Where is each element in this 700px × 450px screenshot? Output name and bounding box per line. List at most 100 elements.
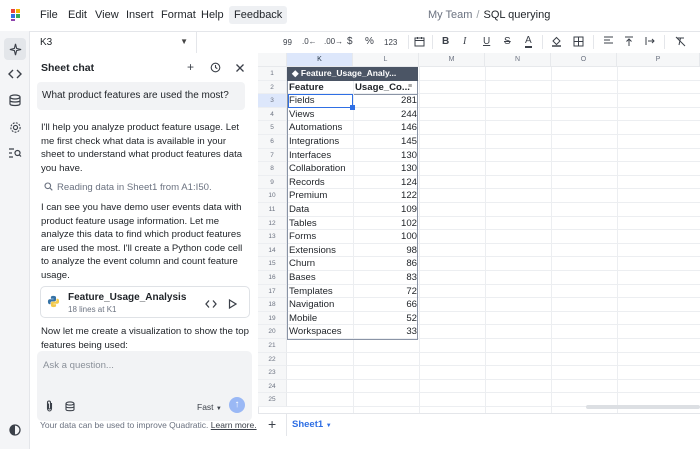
menu-file[interactable]: File xyxy=(40,9,58,21)
grid-line xyxy=(617,67,618,413)
tab-sheet1[interactable]: Sheet1 ▼ xyxy=(292,419,332,430)
column-header-k[interactable]: K xyxy=(287,53,353,67)
decrease-decimals-button[interactable]: .0← xyxy=(302,37,317,46)
row-header[interactable]: 19 xyxy=(258,311,287,326)
history-icon[interactable] xyxy=(210,62,221,76)
learn-more-link[interactable]: Learn more. xyxy=(211,420,257,430)
grid-line xyxy=(287,365,700,367)
row-header[interactable]: 8 xyxy=(258,162,287,176)
calendar-icon[interactable] xyxy=(414,36,425,50)
row-header[interactable]: 16 xyxy=(258,271,287,285)
quadratic-logo[interactable] xyxy=(11,9,21,21)
row-header[interactable]: 23 xyxy=(258,366,287,380)
table-name-text: Feature_Usage_Analy... xyxy=(300,68,397,78)
menu-insert[interactable]: Insert xyxy=(126,9,154,21)
horizontal-scrollbar[interactable] xyxy=(586,405,700,409)
selected-cell-cursor xyxy=(288,94,353,108)
ai-sparkle-icon[interactable] xyxy=(4,38,26,60)
row-header[interactable]: 9 xyxy=(258,175,287,190)
close-icon[interactable] xyxy=(235,62,245,76)
run-play-icon[interactable] xyxy=(228,296,238,314)
chat-input-box[interactable]: Ask a question... Fast ▼ ↑ xyxy=(37,351,252,421)
currency-format-button[interactable]: $ xyxy=(347,36,353,47)
row-header[interactable]: 15 xyxy=(258,257,287,271)
model-select[interactable]: Fast ▼ xyxy=(197,402,222,412)
clear-formatting-icon[interactable] xyxy=(675,36,686,50)
row-header[interactable]: 22 xyxy=(258,352,287,367)
bold-icon[interactable]: B xyxy=(442,36,449,47)
underline-icon[interactable]: U xyxy=(483,36,490,47)
send-arrow-icon[interactable]: ↑ xyxy=(229,397,245,413)
view-code-icon[interactable] xyxy=(205,296,217,314)
column-header-n[interactable]: N xyxy=(485,53,551,67)
cell-name-box[interactable]: K3 ▼ xyxy=(30,31,197,54)
column-header-l[interactable]: L xyxy=(353,53,419,67)
chevron-down-icon: ▼ xyxy=(180,37,188,46)
grid-corner[interactable] xyxy=(258,53,287,67)
theme-toggle-icon[interactable] xyxy=(7,422,23,438)
tab-sheet1-label: Sheet1 xyxy=(292,419,324,430)
row-header[interactable]: 21 xyxy=(258,339,287,353)
spreadsheet-grid[interactable]: K L M N O P Feature Usage_Co... ≡ 123456… xyxy=(258,53,700,413)
menu-help[interactable]: Help xyxy=(201,9,224,21)
breadcrumb-file-name[interactable]: SQL querying xyxy=(483,9,550,21)
chevron-down-icon: ▼ xyxy=(215,406,222,412)
number-format-button[interactable]: 123 xyxy=(384,38,397,47)
row-header[interactable]: 6 xyxy=(258,135,287,149)
row-header[interactable]: 3 xyxy=(258,94,287,108)
row-header[interactable]: 17 xyxy=(258,284,287,299)
code-cell-subtitle: 18 lines at K1 xyxy=(68,305,117,314)
row-header[interactable]: 25 xyxy=(258,393,287,407)
code-icon[interactable] xyxy=(7,66,23,82)
percent-format-button[interactable]: % xyxy=(365,36,374,47)
menu-format[interactable]: Format xyxy=(161,9,196,21)
italic-icon[interactable]: I xyxy=(463,36,466,47)
text-wrap-icon[interactable] xyxy=(645,36,656,49)
message-line: sheet to understand what product feature… xyxy=(41,149,243,161)
row-header[interactable]: 2 xyxy=(258,80,287,95)
menu-feedback[interactable]: Feedback xyxy=(229,6,288,24)
quote-format-button[interactable]: 99 xyxy=(283,38,292,47)
borders-icon[interactable] xyxy=(573,36,584,50)
menu-edit[interactable]: Edit xyxy=(68,9,87,21)
text-color-icon[interactable]: A xyxy=(525,36,532,48)
row-header[interactable]: 7 xyxy=(258,148,287,163)
settings-gear-icon[interactable] xyxy=(7,119,23,135)
row-header[interactable]: 5 xyxy=(258,121,287,135)
column-header-m[interactable]: M xyxy=(419,53,485,67)
code-cell-title: Feature_Usage_Analysis xyxy=(68,292,187,303)
align-left-icon[interactable] xyxy=(603,36,614,49)
database-icon[interactable] xyxy=(7,92,23,108)
assistant-message-3: Now let me create a visualization to sho… xyxy=(41,325,249,352)
row-header[interactable]: 18 xyxy=(258,298,287,312)
row-header[interactable]: 13 xyxy=(258,230,287,244)
column-header-o[interactable]: O xyxy=(551,53,617,67)
fill-handle[interactable] xyxy=(350,105,355,110)
row-header[interactable]: 1 xyxy=(258,67,287,81)
row-header[interactable]: 14 xyxy=(258,243,287,258)
row-header[interactable]: 10 xyxy=(258,189,287,203)
row-header[interactable]: 4 xyxy=(258,107,287,122)
row-header[interactable]: 20 xyxy=(258,325,287,339)
row-header[interactable]: 11 xyxy=(258,203,287,217)
chat-input-placeholder[interactable]: Ask a question... xyxy=(43,360,114,371)
column-header-p[interactable]: P xyxy=(617,53,700,67)
row-header[interactable]: 24 xyxy=(258,379,287,394)
table-name[interactable]: ◆ Feature_Usage_Analy... xyxy=(292,68,396,79)
search-list-icon[interactable] xyxy=(7,145,23,161)
increase-decimals-button[interactable]: .00→ xyxy=(324,37,343,46)
model-select-value: Fast xyxy=(197,402,214,412)
attach-paperclip-icon[interactable] xyxy=(45,399,54,417)
code-cell-card[interactable]: Feature_Usage_Analysis 18 lines at K1 xyxy=(40,286,250,318)
database-icon[interactable] xyxy=(65,399,75,417)
strikethrough-icon[interactable]: S xyxy=(504,36,511,47)
breadcrumb-team[interactable]: My Team xyxy=(428,9,472,21)
add-sheet-plus-icon[interactable]: + xyxy=(268,416,276,432)
new-chat-plus-icon[interactable]: + xyxy=(187,60,194,74)
menu-view[interactable]: View xyxy=(95,9,119,21)
row-header[interactable]: 12 xyxy=(258,216,287,231)
vertical-align-top-icon[interactable] xyxy=(624,36,634,50)
message-line: you have. xyxy=(41,162,83,174)
python-icon xyxy=(47,295,60,308)
fill-color-icon[interactable] xyxy=(551,36,562,50)
